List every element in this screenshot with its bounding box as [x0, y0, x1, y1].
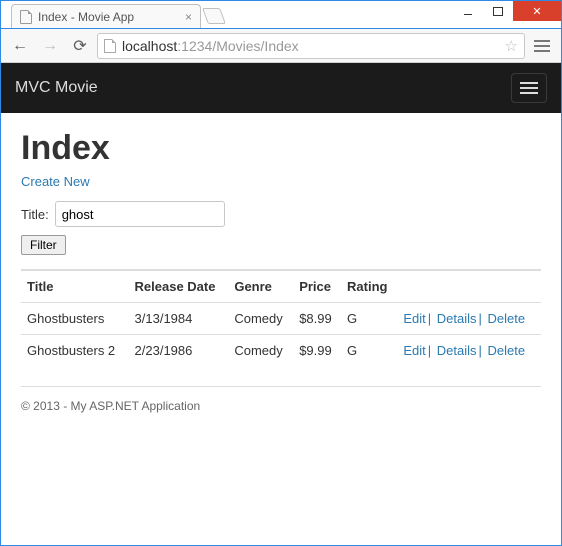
- page-icon: [104, 39, 116, 53]
- cell-release: 2/23/1986: [129, 335, 229, 367]
- cell-title: Ghostbusters 2: [21, 335, 129, 367]
- filter-button[interactable]: Filter: [21, 235, 66, 255]
- address-bar[interactable]: localhost:1234/Movies/Index ☆: [97, 33, 525, 59]
- col-actions: [397, 270, 541, 303]
- cell-actions: Edit| Details| Delete: [397, 303, 541, 335]
- reload-button[interactable]: ⟳: [67, 33, 93, 59]
- page-title: Index: [21, 129, 541, 168]
- window-minimize-button[interactable]: [453, 1, 483, 21]
- browser-menu-button[interactable]: [529, 33, 555, 59]
- filter-form: Title:: [21, 201, 541, 227]
- delete-link[interactable]: Delete: [488, 311, 526, 326]
- window-controls: [453, 1, 561, 21]
- col-price: Price: [293, 270, 341, 303]
- edit-link[interactable]: Edit: [403, 343, 425, 358]
- cell-title: Ghostbusters: [21, 303, 129, 335]
- details-link[interactable]: Details: [437, 343, 477, 358]
- url-port: :1234: [177, 38, 212, 54]
- cell-actions: Edit| Details| Delete: [397, 335, 541, 367]
- col-title: Title: [21, 270, 129, 303]
- nav-toggle-button[interactable]: [511, 73, 547, 103]
- cell-genre: Comedy: [228, 303, 293, 335]
- col-genre: Genre: [228, 270, 293, 303]
- window-maximize-button[interactable]: [483, 1, 513, 21]
- cell-rating: G: [341, 335, 397, 367]
- window-close-button[interactable]: [513, 1, 561, 21]
- tabstrip: Index - Movie App ×: [11, 0, 223, 28]
- cell-release: 3/13/1984: [129, 303, 229, 335]
- page-content: Index Create New Title: Filter Title Rel…: [1, 113, 561, 545]
- new-tab-button[interactable]: [202, 8, 226, 24]
- col-release: Release Date: [129, 270, 229, 303]
- tab-title: Index - Movie App: [38, 10, 134, 24]
- tab-close-icon[interactable]: ×: [185, 10, 192, 24]
- url-path: /Movies/Index: [212, 38, 298, 54]
- table-row: Ghostbusters 2 2/23/1986 Comedy $9.99 G …: [21, 335, 541, 367]
- browser-window: Index - Movie App × ← → ⟳ localhost:1234…: [0, 0, 562, 546]
- details-link[interactable]: Details: [437, 311, 477, 326]
- table-row: Ghostbusters 3/13/1984 Comedy $8.99 G Ed…: [21, 303, 541, 335]
- brand[interactable]: MVC Movie: [15, 79, 98, 97]
- browser-tab[interactable]: Index - Movie App ×: [11, 4, 201, 28]
- forward-button[interactable]: →: [37, 33, 63, 59]
- url-host: localhost: [122, 38, 177, 54]
- cell-genre: Comedy: [228, 335, 293, 367]
- title-input[interactable]: [55, 201, 225, 227]
- movies-table: Title Release Date Genre Price Rating Gh…: [21, 269, 541, 366]
- cell-rating: G: [341, 303, 397, 335]
- title-label: Title:: [21, 207, 49, 222]
- footer-text: © 2013 - My ASP.NET Application: [21, 399, 200, 413]
- footer: © 2013 - My ASP.NET Application: [21, 386, 541, 413]
- browser-toolbar: ← → ⟳ localhost:1234/Movies/Index ☆: [1, 29, 561, 63]
- browser-titlebar: Index - Movie App ×: [1, 1, 561, 29]
- delete-link[interactable]: Delete: [488, 343, 526, 358]
- page-icon: [20, 10, 32, 24]
- create-new-link[interactable]: Create New: [21, 174, 90, 189]
- col-rating: Rating: [341, 270, 397, 303]
- table-header-row: Title Release Date Genre Price Rating: [21, 270, 541, 303]
- bookmark-star-icon[interactable]: ☆: [505, 37, 518, 55]
- edit-link[interactable]: Edit: [403, 311, 425, 326]
- back-button[interactable]: ←: [7, 33, 33, 59]
- cell-price: $8.99: [293, 303, 341, 335]
- app-navbar: MVC Movie: [1, 63, 561, 113]
- cell-price: $9.99: [293, 335, 341, 367]
